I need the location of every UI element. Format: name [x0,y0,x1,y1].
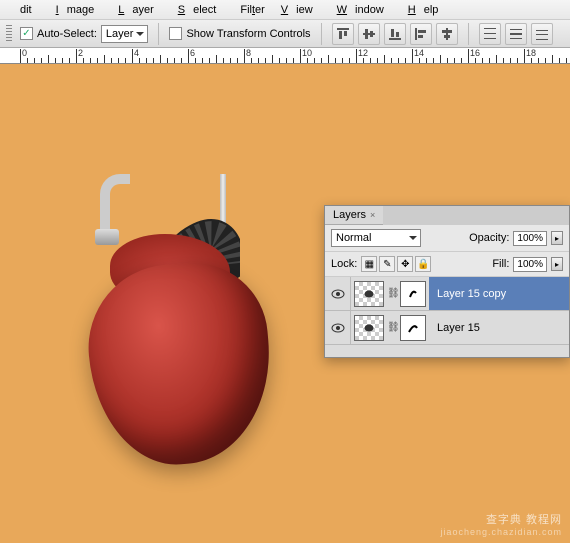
separator [468,23,469,45]
menu-view[interactable]: View [273,4,329,16]
menu-layer[interactable]: Layer [110,4,170,16]
lock-transparency-icon[interactable]: ▦ [361,256,377,272]
layer-mask-thumbnail[interactable] [400,281,426,307]
menu-edit[interactable]: dit [4,4,48,16]
lock-pixels-icon[interactable]: ✎ [379,256,395,272]
separator [158,23,159,45]
watermark: 查字典 教程网 jiaocheng.chazidian.com [440,511,562,537]
ruler-tick-label: 0 [22,48,27,58]
distribute-bottom-button[interactable] [531,23,553,45]
layer-thumbnail[interactable] [354,281,384,307]
ruler-tick-label: 14 [414,48,424,58]
ruler-tick-label: 8 [246,48,251,58]
auto-select-dropdown[interactable]: Layer [101,25,149,43]
lock-all-icon[interactable]: 🔒 [415,256,431,272]
auto-select-label: Auto-Select: [37,28,97,40]
ruler-tick-label: 2 [78,48,83,58]
menu-select[interactable]: Select [170,4,233,16]
ruler-tick-label: 16 [470,48,480,58]
layer-thumbnail[interactable] [354,315,384,341]
layer-name-label[interactable]: Layer 15 [429,311,569,344]
ruler-tick-label: 18 [526,48,536,58]
layers-panel[interactable]: Layers × Normal Opacity: 100% ▸ Lock: ▦ … [324,205,570,358]
align-left-button[interactable] [410,23,432,45]
visibility-eye-icon[interactable] [325,311,351,344]
link-icon[interactable]: ⛓ [387,288,397,299]
fill-label: Fill: [492,258,509,270]
watermark-main: 查字典 教程网 [440,511,562,527]
show-transform-label: Show Transform Controls [186,28,310,40]
layer-list: ⛓ Layer 15 copy ⛓ Layer 15 [325,277,569,357]
distribute-top-button[interactable] [479,23,501,45]
ruler-tick-label: 10 [302,48,312,58]
fill-flyout-icon[interactable]: ▸ [551,257,563,271]
visibility-eye-icon[interactable] [325,277,351,310]
layers-tab[interactable]: Layers × [325,206,383,225]
layers-spacer [325,345,569,357]
lock-fill-row: Lock: ▦ ✎ ✥ 🔒 Fill: 100% ▸ [325,252,569,277]
ruler-tick-label: 6 [190,48,195,58]
ruler-tick-label: 12 [358,48,368,58]
separator [321,23,322,45]
opacity-flyout-icon[interactable]: ▸ [551,231,563,245]
menu-window[interactable]: Window [329,4,400,16]
layer-row[interactable]: ⛓ Layer 15 [325,311,569,345]
auto-select-checkbox[interactable] [20,27,33,40]
distribute-vcenter-button[interactable] [505,23,527,45]
heart-illustration [70,224,290,464]
menu-filter[interactable]: Filter [232,4,272,16]
lock-position-icon[interactable]: ✥ [397,256,413,272]
ruler-tick-label: 4 [134,48,139,58]
show-transform-checkbox[interactable] [169,27,182,40]
blend-opacity-row: Normal Opacity: 100% ▸ [325,225,569,252]
menu-image[interactable]: Image [48,4,111,16]
ruler-horizontal: // placeholder; ticks drawn below via JS… [0,48,570,64]
heart-body [82,257,279,472]
options-bar: Auto-Select: Layer Show Transform Contro… [0,20,570,48]
layer-name-label[interactable]: Layer 15 copy [429,277,569,310]
layer-mask-thumbnail[interactable] [400,315,426,341]
align-hcenter-button[interactable] [436,23,458,45]
link-icon[interactable]: ⛓ [387,322,397,333]
align-vcenter-button[interactable] [358,23,380,45]
align-top-button[interactable] [332,23,354,45]
blend-mode-dropdown[interactable]: Normal [331,229,421,247]
lock-label: Lock: [331,258,357,270]
menu-bar: dit Image Layer Select Filter View Windo… [0,0,570,20]
opacity-label: Opacity: [469,232,509,244]
lock-buttons: ▦ ✎ ✥ 🔒 [361,256,431,272]
menu-help[interactable]: Help [400,4,455,16]
drag-handle-icon[interactable] [6,25,12,43]
align-bottom-button[interactable] [384,23,406,45]
close-tab-icon[interactable]: × [370,210,375,220]
layer-row[interactable]: ⛓ Layer 15 copy [325,277,569,311]
fill-value[interactable]: 100% [513,257,547,272]
opacity-value[interactable]: 100% [513,231,547,246]
watermark-url: jiaocheng.chazidian.com [440,527,562,537]
